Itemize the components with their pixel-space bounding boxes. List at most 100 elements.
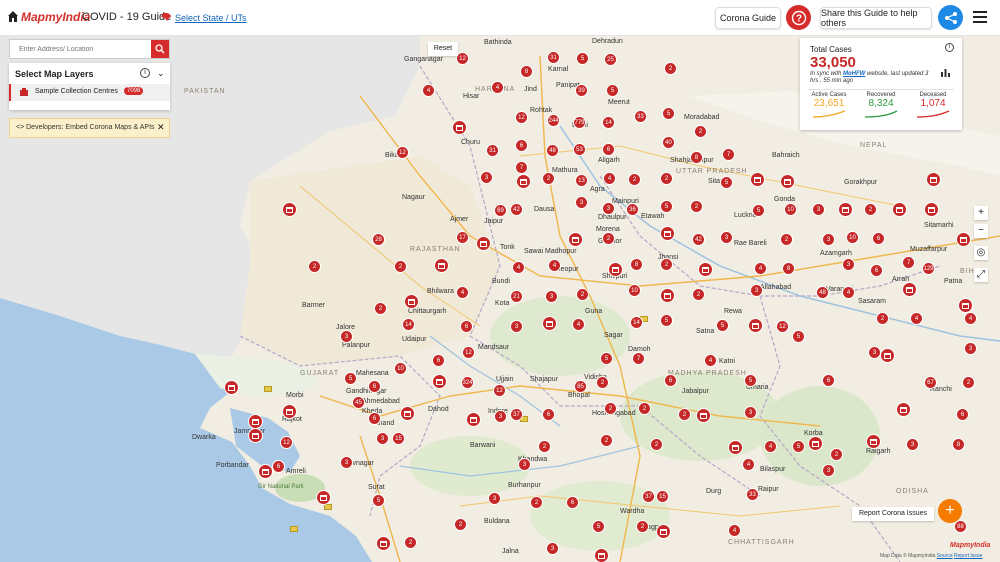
collection-centre-marker[interactable] — [958, 298, 973, 313]
chevron-down-icon[interactable]: ⌄ — [157, 68, 165, 79]
collection-centre-marker[interactable] — [750, 172, 765, 187]
case-marker[interactable]: 6 — [368, 380, 381, 393]
case-marker[interactable]: 2 — [454, 518, 467, 531]
case-marker[interactable]: 6 — [664, 374, 677, 387]
collection-centre-marker[interactable] — [258, 464, 273, 479]
case-marker[interactable]: 5 — [576, 52, 589, 65]
case-marker[interactable]: 4 — [764, 440, 777, 453]
case-marker[interactable]: 2 — [660, 172, 673, 185]
case-marker[interactable]: 2 — [636, 520, 649, 533]
case-marker[interactable]: 3 — [812, 203, 825, 216]
case-marker[interactable]: 3 — [545, 290, 558, 303]
collection-centre-marker[interactable] — [282, 404, 297, 419]
reset-button[interactable]: Reset — [428, 42, 458, 56]
case-marker[interactable]: 5 — [792, 440, 805, 453]
fullscreen-icon[interactable]: ⤢ — [974, 268, 988, 282]
case-marker[interactable]: 25 — [604, 53, 617, 66]
case-marker[interactable]: 2 — [538, 440, 551, 453]
case-marker[interactable]: 37 — [642, 490, 655, 503]
case-marker[interactable]: 4 — [422, 84, 435, 97]
case-marker[interactable]: 3 — [510, 320, 523, 333]
case-marker[interactable]: 4 — [512, 261, 525, 274]
case-marker[interactable]: 2 — [780, 233, 793, 246]
collection-centre-marker[interactable] — [316, 490, 331, 505]
share-button[interactable] — [938, 5, 963, 30]
case-marker[interactable]: 6 — [515, 139, 528, 152]
case-marker[interactable]: 2 — [830, 448, 843, 461]
hamburger-menu-icon[interactable] — [973, 11, 987, 23]
case-marker[interactable]: 6 — [956, 408, 969, 421]
case-marker[interactable]: 3 — [602, 202, 615, 215]
case-marker[interactable]: 2 — [596, 376, 609, 389]
info-icon[interactable]: i — [945, 43, 954, 52]
case-marker[interactable]: 2 — [394, 260, 407, 273]
case-marker[interactable]: 6 — [272, 460, 285, 473]
case-marker[interactable]: 4 — [728, 524, 741, 537]
collection-centre-marker[interactable] — [594, 548, 609, 562]
collection-centre-marker[interactable] — [224, 380, 239, 395]
case-marker[interactable]: 8 — [520, 65, 533, 78]
case-marker[interactable]: 5 — [372, 494, 385, 507]
case-marker[interactable]: 6 — [368, 412, 381, 425]
case-marker[interactable]: 12 — [515, 111, 528, 124]
case-marker[interactable]: 6 — [822, 374, 835, 387]
collection-centre-marker[interactable] — [568, 232, 583, 247]
mohfw-link[interactable]: MoHFW — [843, 71, 865, 77]
case-marker[interactable]: 7 — [515, 161, 528, 174]
case-marker[interactable]: 3 — [750, 284, 763, 297]
case-marker[interactable]: 5 — [662, 107, 675, 120]
case-marker[interactable]: 3 — [868, 346, 881, 359]
case-marker[interactable]: 53 — [573, 143, 586, 156]
case-marker[interactable]: 48 — [816, 286, 829, 299]
case-marker[interactable]: 5 — [660, 314, 673, 327]
case-marker[interactable]: 6 — [460, 320, 473, 333]
case-marker[interactable]: 3 — [964, 342, 977, 355]
info-icon[interactable]: i — [140, 68, 150, 78]
case-marker[interactable]: 129 — [922, 262, 935, 275]
mapmyindia-logo[interactable]: MapmyIndia — [21, 10, 90, 24]
case-marker[interactable]: 5 — [600, 352, 613, 365]
case-marker[interactable]: 4 — [548, 259, 561, 272]
case-marker[interactable]: 2 — [404, 536, 417, 549]
case-marker[interactable]: 12 — [776, 320, 789, 333]
case-marker[interactable]: 15 — [392, 432, 405, 445]
case-marker[interactable]: 8 — [952, 438, 965, 451]
case-marker[interactable]: 3 — [494, 410, 507, 423]
case-marker[interactable]: 2 — [542, 172, 555, 185]
case-marker[interactable]: 6 — [872, 232, 885, 245]
case-marker[interactable]: 17 — [456, 231, 469, 244]
collection-centre-marker[interactable] — [608, 262, 623, 277]
collection-centre-marker[interactable] — [748, 318, 763, 333]
case-marker[interactable]: 5 — [716, 319, 729, 332]
case-marker[interactable]: 2 — [308, 260, 321, 273]
add-report-button[interactable]: + — [938, 499, 962, 523]
collection-centre-marker[interactable] — [780, 174, 795, 189]
collection-centre-marker[interactable] — [476, 236, 491, 251]
case-marker[interactable]: 69 — [494, 204, 507, 217]
case-marker[interactable]: 3 — [488, 492, 501, 505]
collection-centre-marker[interactable] — [432, 374, 447, 389]
case-marker[interactable]: 14 — [402, 318, 415, 331]
case-marker[interactable]: 37 — [510, 408, 523, 421]
case-marker[interactable]: 10 — [628, 284, 641, 297]
case-marker[interactable]: 4 — [754, 262, 767, 275]
case-marker[interactable]: 2 — [602, 232, 615, 245]
select-state-link[interactable]: Select State / UTs — [175, 13, 247, 23]
case-marker[interactable]: 2 — [530, 496, 543, 509]
collection-centre-marker[interactable] — [656, 524, 671, 539]
home-icon[interactable] — [7, 10, 19, 24]
case-marker[interactable]: 42 — [510, 203, 523, 216]
case-marker[interactable]: 4 — [742, 458, 755, 471]
close-icon[interactable]: ✕ — [157, 122, 165, 133]
report-corona-issues-button[interactable]: Report Corona Issues — [852, 507, 934, 521]
case-marker[interactable]: 3 — [822, 233, 835, 246]
search-button[interactable] — [151, 40, 169, 58]
case-marker[interactable]: 2 — [576, 288, 589, 301]
collection-centre-marker[interactable] — [896, 402, 911, 417]
case-marker[interactable]: 8 — [630, 258, 643, 271]
case-marker[interactable]: 5 — [344, 372, 357, 385]
case-marker[interactable]: 779 — [573, 116, 586, 129]
case-marker[interactable]: 10 — [846, 231, 859, 244]
collection-centre-marker[interactable] — [866, 434, 881, 449]
case-marker[interactable]: 5 — [592, 520, 605, 533]
